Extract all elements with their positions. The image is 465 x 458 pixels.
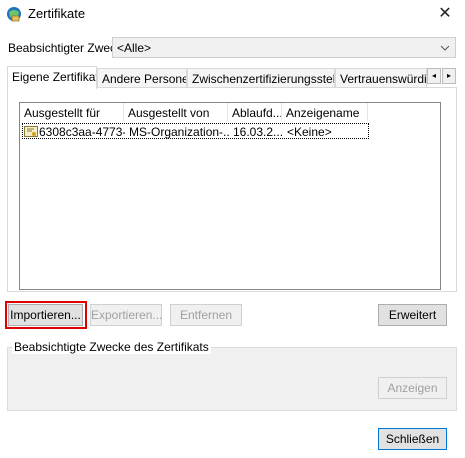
tab-scroll-left-button[interactable]: ◂ [427, 68, 441, 84]
tab-andere-personen[interactable]: Andere Personen [97, 68, 187, 88]
cell-display-name: <Keine> [287, 125, 332, 139]
certificate-icon [7, 7, 21, 22]
remove-button[interactable]: Entfernen [170, 304, 242, 326]
purpose-select[interactable]: <Alle> [112, 37, 456, 58]
certificate-icon [24, 126, 38, 137]
column-header-display-name[interactable]: Anzeigename [282, 103, 368, 121]
cell-issued-by: MS-Organization-... [129, 125, 229, 139]
import-button[interactable]: Importieren... [8, 304, 83, 326]
title-bar: Zertifikate ✕ [0, 0, 465, 28]
tab-label: Vertrauenswürdige [340, 72, 427, 86]
chevron-down-icon [440, 45, 450, 51]
purpose-label: Beabsichtigter Zweck: [8, 41, 126, 55]
tab-vertrauenswuerdige[interactable]: Vertrauenswürdige [335, 68, 427, 88]
tab-eigene-zertifikate[interactable]: Eigene Zertifikate [7, 66, 97, 89]
tab-scroll-right-button[interactable]: ▸ [442, 68, 456, 84]
column-header-issued-to[interactable]: Ausgestellt für [20, 103, 124, 121]
export-button[interactable]: Exportieren... [90, 304, 162, 326]
purposes-group-label: Beabsichtigte Zwecke des Zertifikats [12, 340, 211, 354]
tab-label: Andere Personen [102, 72, 187, 86]
window-title: Zertifikate [28, 6, 86, 21]
cell-issued-to: 6308c3aa-4773-... [39, 125, 125, 139]
table-row[interactable]: 6308c3aa-4773-... MS-Organization-... 16… [22, 123, 369, 139]
close-button[interactable]: Schließen [378, 428, 447, 450]
close-icon[interactable]: ✕ [432, 3, 458, 25]
advanced-button[interactable]: Erweitert [378, 304, 447, 326]
tab-label: Zwischenzertifizierungsstellen [192, 72, 334, 86]
column-header-expiration[interactable]: Ablaufd... [228, 103, 282, 121]
certificate-list[interactable]: Ausgestellt für Ausgestellt von Ablaufd.… [19, 102, 441, 290]
tab-label: Eigene Zertifikate [12, 70, 97, 84]
tab-strip: Eigene Zertifikate Andere Personen Zwisc… [7, 66, 459, 89]
purpose-select-value: <Alle> [117, 41, 152, 55]
view-button[interactable]: Anzeigen [378, 377, 447, 399]
cell-expiration: 16.03.2... [233, 125, 283, 139]
tab-zwischenzertifizierungsstellen[interactable]: Zwischenzertifizierungsstellen [187, 68, 335, 88]
column-header-issued-by[interactable]: Ausgestellt von [124, 103, 228, 121]
